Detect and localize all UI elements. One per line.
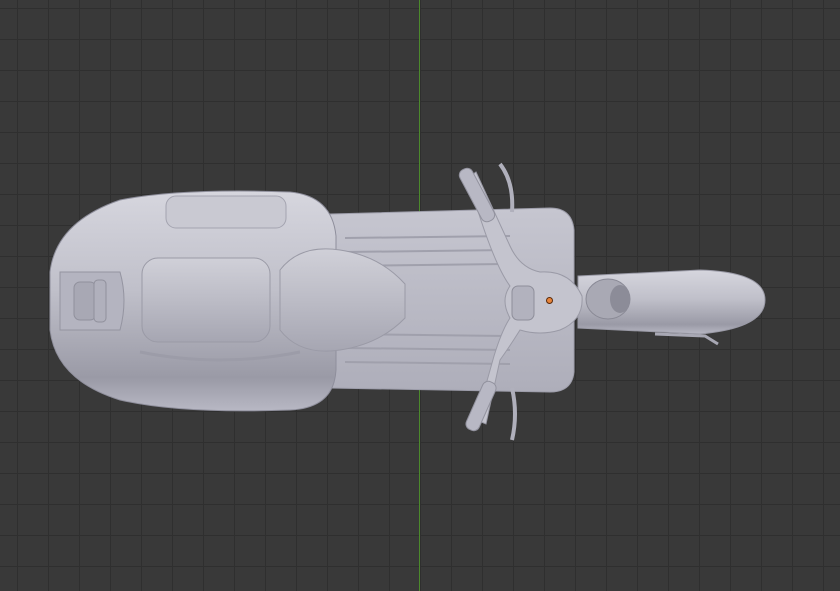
3d-viewport[interactable] xyxy=(0,0,840,591)
scooter-model[interactable] xyxy=(0,0,840,591)
front-fender xyxy=(577,269,766,346)
object-origin-icon[interactable] xyxy=(546,297,553,304)
